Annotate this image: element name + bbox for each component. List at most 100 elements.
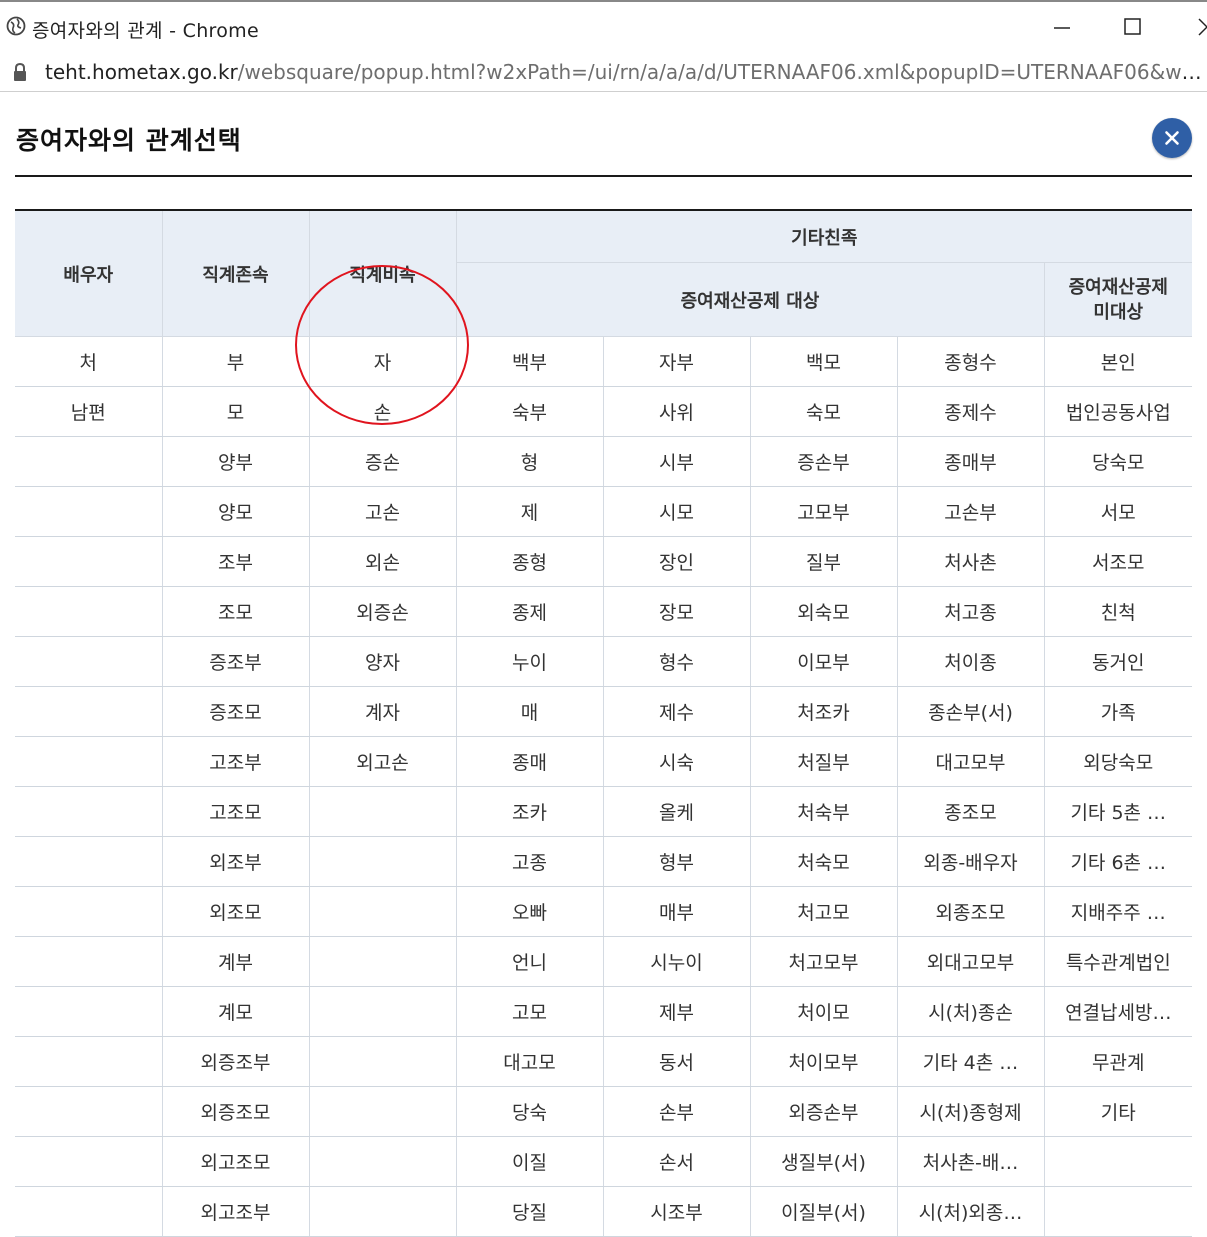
relation-cell[interactable]: 서조모: [1043, 536, 1193, 587]
url-text[interactable]: teht.hometax.go.kr/websquare/popup.html?…: [45, 60, 1205, 84]
relation-cell[interactable]: 생질부(서): [749, 1136, 898, 1187]
relation-cell[interactable]: 제: [455, 486, 604, 537]
relation-cell[interactable]: 손서: [602, 1136, 751, 1187]
relation-cell[interactable]: 외고손: [308, 736, 457, 787]
relation-cell[interactable]: 언니: [455, 936, 604, 987]
relation-cell[interactable]: 증조부: [161, 636, 310, 687]
relation-cell[interactable]: 처이모: [749, 986, 898, 1037]
relation-cell[interactable]: 당숙모: [1043, 436, 1193, 487]
relation-cell[interactable]: 계자: [308, 686, 457, 737]
relation-cell[interactable]: 시조부: [602, 1186, 751, 1237]
relation-cell[interactable]: 고모: [455, 986, 604, 1037]
relation-cell[interactable]: 대고모: [455, 1036, 604, 1087]
relation-cell[interactable]: 손: [308, 386, 457, 437]
relation-cell[interactable]: 종형수: [896, 336, 1045, 387]
relation-cell[interactable]: 친척: [1043, 586, 1193, 637]
relation-cell[interactable]: 시모: [602, 486, 751, 537]
relation-cell[interactable]: 매: [455, 686, 604, 737]
relation-cell[interactable]: 종제수: [896, 386, 1045, 437]
relation-cell[interactable]: 동거인: [1043, 636, 1193, 687]
relation-cell[interactable]: 모: [161, 386, 310, 437]
relation-cell[interactable]: 기타 4촌 …: [896, 1036, 1045, 1087]
relation-cell[interactable]: 처고모: [749, 886, 898, 937]
relation-cell[interactable]: 이질부(서): [749, 1186, 898, 1237]
relation-cell[interactable]: 종조모: [896, 786, 1045, 837]
relation-cell[interactable]: 본인: [1043, 336, 1193, 387]
relation-cell[interactable]: 고손: [308, 486, 457, 537]
window-close-button[interactable]: [1185, 8, 1207, 44]
relation-cell[interactable]: 고조모: [161, 786, 310, 837]
relation-cell[interactable]: 양모: [161, 486, 310, 537]
address-bar[interactable]: teht.hometax.go.kr/websquare/popup.html?…: [0, 52, 1207, 92]
relation-cell[interactable]: 외고조모: [161, 1136, 310, 1187]
relation-cell[interactable]: 외숙모: [749, 586, 898, 637]
relation-cell[interactable]: 올케: [602, 786, 751, 837]
relation-cell[interactable]: 외대고모부: [896, 936, 1045, 987]
relation-cell[interactable]: 종형: [455, 536, 604, 587]
relation-cell[interactable]: 처: [15, 336, 163, 387]
relation-cell[interactable]: 무관계: [1043, 1036, 1193, 1087]
popup-close-button[interactable]: [1152, 118, 1192, 158]
relation-cell[interactable]: 외조부: [161, 836, 310, 887]
relation-cell[interactable]: 종매: [455, 736, 604, 787]
relation-cell[interactable]: 장인: [602, 536, 751, 587]
relation-cell[interactable]: 연결납세방…: [1043, 986, 1193, 1037]
relation-cell[interactable]: 시(처)종손: [896, 986, 1045, 1037]
relation-cell[interactable]: 양자: [308, 636, 457, 687]
relation-cell[interactable]: 형부: [602, 836, 751, 887]
relation-cell[interactable]: 증손부: [749, 436, 898, 487]
relation-cell[interactable]: 숙부: [455, 386, 604, 437]
relation-cell[interactable]: 이모부: [749, 636, 898, 687]
relation-cell[interactable]: 자: [308, 336, 457, 387]
relation-cell[interactable]: 처사촌-배…: [896, 1136, 1045, 1187]
relation-cell[interactable]: 처숙부: [749, 786, 898, 837]
relation-cell[interactable]: 외종조모: [896, 886, 1045, 937]
relation-cell[interactable]: 계부: [161, 936, 310, 987]
relation-cell[interactable]: 외당숙모: [1043, 736, 1193, 787]
relation-cell[interactable]: 처사촌: [896, 536, 1045, 587]
relation-cell[interactable]: 외증조모: [161, 1086, 310, 1137]
relation-cell[interactable]: 고조부: [161, 736, 310, 787]
relation-cell[interactable]: 누이: [455, 636, 604, 687]
relation-cell[interactable]: 시누이: [602, 936, 751, 987]
relation-cell[interactable]: 시(처)종형제: [896, 1086, 1045, 1137]
relation-cell[interactable]: 질부: [749, 536, 898, 587]
relation-cell[interactable]: 외증조부: [161, 1036, 310, 1087]
relation-cell[interactable]: 처고종: [896, 586, 1045, 637]
relation-cell[interactable]: 기타: [1043, 1086, 1193, 1137]
relation-cell[interactable]: 외증손: [308, 586, 457, 637]
relation-cell[interactable]: 처질부: [749, 736, 898, 787]
relation-cell[interactable]: 종제: [455, 586, 604, 637]
relation-cell[interactable]: 법인공동사업: [1043, 386, 1193, 437]
relation-cell[interactable]: 형: [455, 436, 604, 487]
relation-cell[interactable]: 부: [161, 336, 310, 387]
relation-cell[interactable]: 외증손부: [749, 1086, 898, 1137]
maximize-button[interactable]: [1113, 8, 1153, 44]
relation-cell[interactable]: 기타 5촌 …: [1043, 786, 1193, 837]
relation-cell[interactable]: 조카: [455, 786, 604, 837]
relation-cell[interactable]: 자부: [602, 336, 751, 387]
relation-cell[interactable]: 시숙: [602, 736, 751, 787]
relation-cell[interactable]: 당질: [455, 1186, 604, 1237]
relation-cell[interactable]: 양부: [161, 436, 310, 487]
relation-cell[interactable]: 지배주주 …: [1043, 886, 1193, 937]
relation-cell[interactable]: 처숙모: [749, 836, 898, 887]
relation-cell[interactable]: 제수: [602, 686, 751, 737]
relation-cell[interactable]: 조부: [161, 536, 310, 587]
relation-cell[interactable]: 서모: [1043, 486, 1193, 537]
relation-cell[interactable]: 특수관계법인: [1043, 936, 1193, 987]
relation-cell[interactable]: 동서: [602, 1036, 751, 1087]
relation-cell[interactable]: 대고모부: [896, 736, 1045, 787]
relation-cell[interactable]: 증손: [308, 436, 457, 487]
relation-cell[interactable]: 숙모: [749, 386, 898, 437]
relation-cell[interactable]: 처이모부: [749, 1036, 898, 1087]
relation-cell[interactable]: 제부: [602, 986, 751, 1037]
relation-cell[interactable]: 사위: [602, 386, 751, 437]
relation-cell[interactable]: 외종-배우자: [896, 836, 1045, 887]
relation-cell[interactable]: 증조모: [161, 686, 310, 737]
relation-cell[interactable]: 고종: [455, 836, 604, 887]
relation-cell[interactable]: 고손부: [896, 486, 1045, 537]
relation-cell[interactable]: 형수: [602, 636, 751, 687]
relation-cell[interactable]: 종매부: [896, 436, 1045, 487]
relation-cell[interactable]: 가족: [1043, 686, 1193, 737]
